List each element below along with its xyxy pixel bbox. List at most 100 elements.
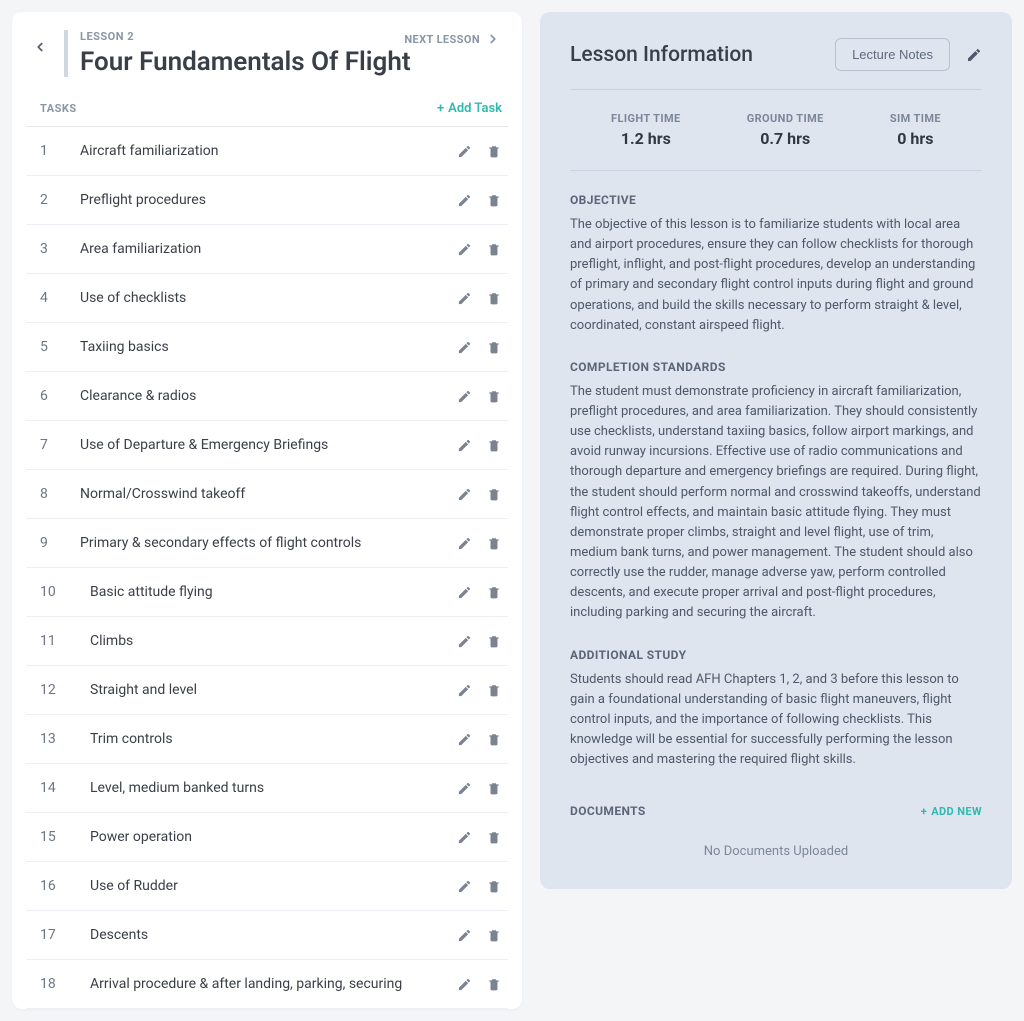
trash-icon (487, 683, 501, 698)
task-row[interactable]: 5Taxiing basics (26, 323, 508, 372)
task-number: 10 (40, 584, 80, 600)
delete-task-button[interactable] (486, 143, 502, 159)
edit-task-button[interactable] (456, 682, 472, 698)
task-title: Descents (80, 927, 456, 943)
delete-task-button[interactable] (486, 633, 502, 649)
edit-task-button[interactable] (456, 780, 472, 796)
pencil-icon (457, 879, 472, 894)
pencil-icon (457, 683, 472, 698)
next-lesson-label: NEXT LESSON (404, 33, 480, 46)
task-row[interactable]: 1Aircraft familiarization (26, 127, 508, 176)
task-row[interactable]: 6Clearance & radios (26, 372, 508, 421)
edit-task-button[interactable] (456, 192, 472, 208)
task-row[interactable]: 8Normal/Crosswind takeoff (26, 470, 508, 519)
edit-task-button[interactable] (456, 584, 472, 600)
task-number: 4 (40, 290, 80, 306)
task-title: Climbs (80, 633, 456, 649)
task-row[interactable]: 10Basic attitude flying (26, 568, 508, 617)
delete-task-button[interactable] (486, 437, 502, 453)
tasks-label: TASKS (40, 102, 77, 115)
delete-task-button[interactable] (486, 682, 502, 698)
completion-heading: COMPLETION STANDARDS (570, 360, 982, 374)
additional-body: Students should read AFH Chapters 1, 2, … (570, 670, 982, 771)
delete-task-button[interactable] (486, 290, 502, 306)
edit-task-button[interactable] (456, 878, 472, 894)
pencil-icon (457, 732, 472, 747)
delete-task-button[interactable] (486, 241, 502, 257)
pencil-icon (457, 193, 472, 208)
chevron-left-icon (33, 40, 47, 54)
task-row[interactable]: 11Climbs (26, 617, 508, 666)
delete-task-button[interactable] (486, 584, 502, 600)
ground-time: GROUND TIME 0.7 hrs (747, 112, 824, 148)
add-task-button[interactable]: + Add Task (437, 101, 502, 116)
delete-task-button[interactable] (486, 829, 502, 845)
task-row[interactable]: 16Use of Rudder (26, 862, 508, 911)
task-row[interactable]: 12Straight and level (26, 666, 508, 715)
pencil-icon (966, 47, 982, 63)
task-title: Clearance & radios (80, 388, 456, 404)
task-row[interactable]: 18Arrival procedure & after landing, par… (26, 960, 508, 1009)
task-title: Preflight procedures (80, 192, 456, 208)
pencil-icon (457, 977, 472, 992)
add-document-button[interactable]: + ADD NEW (921, 805, 982, 818)
edit-task-button[interactable] (456, 241, 472, 257)
objective-body: The objective of this lesson is to famil… (570, 215, 982, 336)
task-row[interactable]: 15Power operation (26, 813, 508, 862)
task-row[interactable]: 14Level, medium banked turns (26, 764, 508, 813)
delete-task-button[interactable] (486, 976, 502, 992)
delete-task-button[interactable] (486, 535, 502, 551)
chevron-right-icon (486, 32, 500, 46)
delete-task-button[interactable] (486, 878, 502, 894)
prev-lesson-button[interactable] (26, 33, 54, 61)
edit-task-button[interactable] (456, 927, 472, 943)
task-title: Straight and level (80, 682, 456, 698)
edit-task-button[interactable] (456, 143, 472, 159)
edit-task-button[interactable] (456, 633, 472, 649)
info-header: Lesson Information Lecture Notes (570, 38, 982, 90)
task-row[interactable]: 2Preflight procedures (26, 176, 508, 225)
task-row[interactable]: 13Trim controls (26, 715, 508, 764)
edit-task-button[interactable] (456, 731, 472, 747)
task-row[interactable]: 17Descents (26, 911, 508, 960)
task-title: Level, medium banked turns (80, 780, 456, 796)
task-number: 16 (40, 878, 80, 894)
edit-task-button[interactable] (456, 976, 472, 992)
next-lesson-button[interactable]: NEXT LESSON (404, 32, 500, 46)
trash-icon (487, 291, 501, 306)
trash-icon (487, 144, 501, 159)
ground-time-value: 0.7 hrs (747, 129, 824, 148)
task-number: 8 (40, 486, 80, 502)
edit-task-button[interactable] (456, 829, 472, 845)
delete-task-button[interactable] (486, 927, 502, 943)
edit-task-button[interactable] (456, 388, 472, 404)
task-row[interactable]: 4Use of checklists (26, 274, 508, 323)
edit-task-button[interactable] (456, 437, 472, 453)
flight-time-label: FLIGHT TIME (611, 112, 681, 125)
lesson-info-panel: Lesson Information Lecture Notes FLIGHT … (540, 12, 1012, 889)
edit-task-button[interactable] (456, 535, 472, 551)
delete-task-button[interactable] (486, 192, 502, 208)
task-row[interactable]: 3Area familiarization (26, 225, 508, 274)
edit-task-button[interactable] (456, 339, 472, 355)
pencil-icon (457, 291, 472, 306)
objective-heading: OBJECTIVE (570, 193, 982, 207)
documents-header: DOCUMENTS + ADD NEW (570, 804, 982, 818)
edit-task-button[interactable] (456, 486, 472, 502)
edit-lesson-button[interactable] (966, 47, 982, 63)
delete-task-button[interactable] (486, 339, 502, 355)
trash-icon (487, 536, 501, 551)
task-title: Power operation (80, 829, 456, 845)
task-title: Taxiing basics (80, 339, 456, 355)
lesson-title: Four Fundamentals Of Flight (80, 47, 508, 77)
task-row[interactable]: 7Use of Departure & Emergency Briefings (26, 421, 508, 470)
task-number: 3 (40, 241, 80, 257)
pencil-icon (457, 830, 472, 845)
delete-task-button[interactable] (486, 780, 502, 796)
delete-task-button[interactable] (486, 388, 502, 404)
task-row[interactable]: 9Primary & secondary effects of flight c… (26, 519, 508, 568)
lecture-notes-button[interactable]: Lecture Notes (835, 38, 950, 71)
delete-task-button[interactable] (486, 731, 502, 747)
delete-task-button[interactable] (486, 486, 502, 502)
edit-task-button[interactable] (456, 290, 472, 306)
